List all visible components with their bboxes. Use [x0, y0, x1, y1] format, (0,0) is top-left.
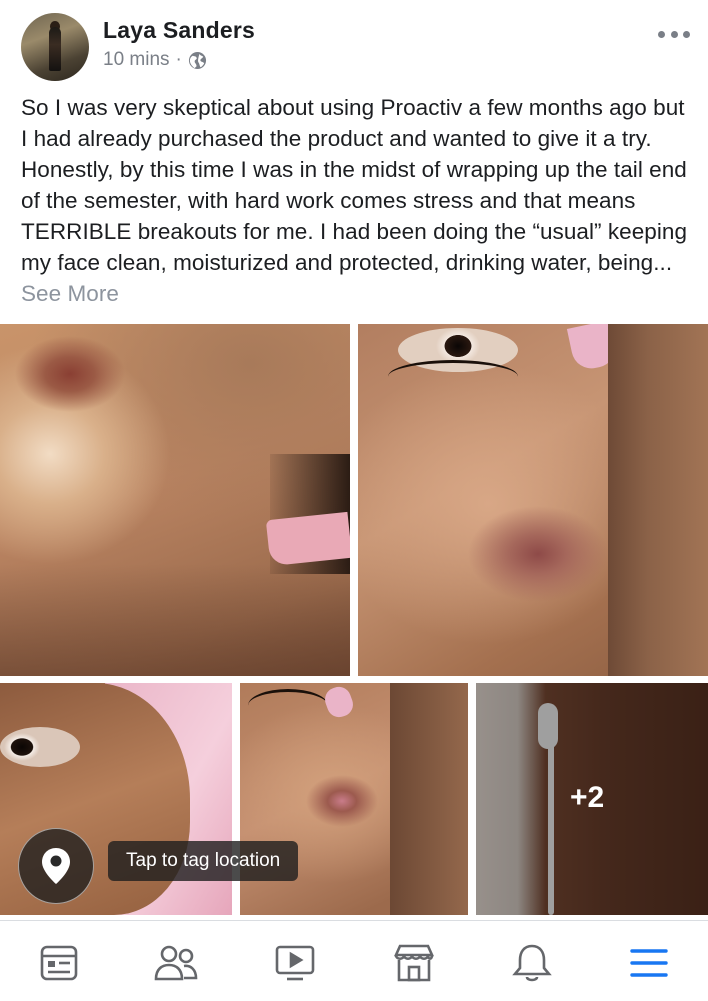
post-photo-1[interactable] [0, 324, 350, 676]
globe-icon [188, 51, 206, 69]
news-feed-icon[interactable] [35, 939, 83, 987]
author-name[interactable]: Laya Sanders [103, 17, 255, 44]
map-pin-icon [42, 848, 70, 884]
more-photos-count[interactable]: +2 [570, 781, 604, 815]
see-more-link[interactable]: See More [21, 281, 119, 306]
tag-location-tooltip[interactable]: Tap to tag location [108, 841, 299, 881]
watch-icon[interactable] [271, 939, 319, 987]
post-header: Laya Sanders 10 mins · [0, 0, 708, 90]
post-photo-2[interactable] [358, 324, 708, 676]
meta-separator: · [175, 49, 182, 70]
post-body: So I was very skeptical about using Proa… [21, 92, 693, 309]
friends-icon[interactable] [152, 939, 200, 987]
post-meta: 10 mins · [103, 49, 207, 71]
marketplace-icon[interactable] [390, 939, 438, 987]
bottom-navigation [0, 920, 708, 1001]
menu-icon[interactable] [625, 939, 673, 987]
tag-location-button[interactable] [18, 828, 94, 904]
post-time[interactable]: 10 mins [103, 49, 170, 71]
more-options-icon[interactable] [658, 24, 690, 44]
post-text: So I was very skeptical about using Proa… [21, 95, 688, 275]
notifications-icon[interactable] [508, 939, 556, 987]
avatar[interactable] [21, 13, 89, 81]
